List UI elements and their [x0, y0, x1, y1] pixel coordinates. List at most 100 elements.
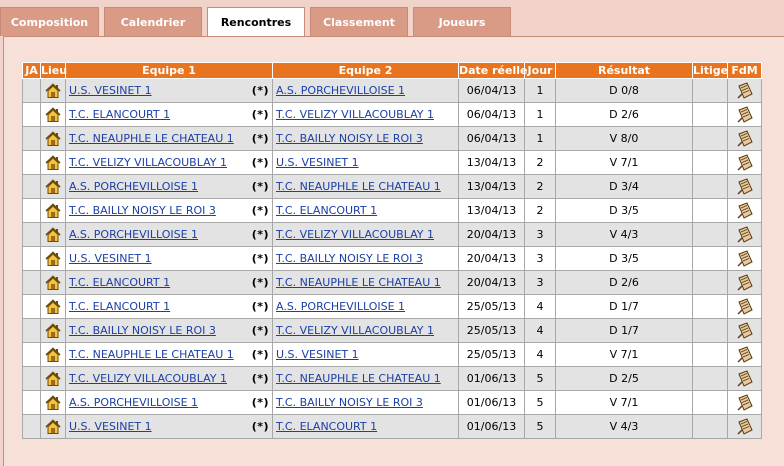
match-sheet-icon[interactable]	[736, 81, 754, 100]
team1-cell: T.C. VELIZY VILLACOUBLAY 1 (*)	[65, 150, 273, 175]
match-sheet-icon[interactable]	[736, 105, 754, 124]
team1-link[interactable]: A.S. PORCHEVILLOISE 1	[69, 228, 198, 241]
team2-cell: U.S. VESINET 1	[272, 150, 459, 175]
match-sheet-icon[interactable]	[736, 417, 754, 436]
team2-link[interactable]: U.S. VESINET 1	[276, 156, 359, 169]
team1-link[interactable]: A.S. PORCHEVILLOISE 1	[69, 180, 198, 193]
jour-cell: 5	[524, 390, 556, 415]
team2-link[interactable]: T.C. BAILLY NOISY LE ROI 3	[276, 396, 423, 409]
date-cell: 06/04/13	[458, 78, 525, 103]
team2-link[interactable]: U.S. VESINET 1	[276, 348, 359, 361]
team2-link[interactable]: T.C. ELANCOURT 1	[276, 420, 377, 433]
home-icon[interactable]	[45, 370, 61, 387]
date-cell: 25/05/13	[458, 342, 525, 367]
home-icon[interactable]	[45, 130, 61, 147]
match-sheet-icon[interactable]	[736, 249, 754, 268]
tab-composition[interactable]: Composition	[0, 7, 99, 36]
tab-calendrier[interactable]: Calendrier	[104, 7, 202, 36]
team1-link[interactable]: U.S. VESINET 1	[69, 84, 152, 97]
table-row: A.S. PORCHEVILLOISE 1 (*) T.C. NEAUPHLE …	[22, 174, 762, 199]
team1-link[interactable]: U.S. VESINET 1	[69, 420, 152, 433]
star-marker: (*)	[251, 396, 269, 409]
home-icon[interactable]	[45, 346, 61, 363]
result-cell: V 4/3	[555, 222, 693, 247]
home-icon[interactable]	[45, 226, 61, 243]
team1-link[interactable]: T.C. VELIZY VILLACOUBLAY 1	[69, 372, 227, 385]
team1-link[interactable]: T.C. ELANCOURT 1	[69, 300, 170, 313]
star-marker: (*)	[251, 276, 269, 289]
team1-link[interactable]: T.C. NEAUPHLE LE CHATEAU 1	[69, 348, 234, 361]
result-cell: D 3/5	[555, 246, 693, 271]
team1-link[interactable]: T.C. ELANCOURT 1	[69, 108, 170, 121]
date-cell: 06/04/13	[458, 126, 525, 151]
match-sheet-icon[interactable]	[736, 129, 754, 148]
home-icon[interactable]	[45, 298, 61, 315]
match-sheet-icon[interactable]	[736, 177, 754, 196]
team2-link[interactable]: A.S. PORCHEVILLOISE 1	[276, 84, 405, 97]
home-icon[interactable]	[45, 202, 61, 219]
match-sheet-icon[interactable]	[736, 201, 754, 220]
table-header-row: JA Lieu Equipe 1 Equipe 2 Date réelle Jo…	[22, 62, 762, 79]
litige-cell	[692, 78, 728, 103]
team1-link[interactable]: U.S. VESINET 1	[69, 252, 152, 265]
date-cell: 01/06/13	[458, 366, 525, 391]
team2-link[interactable]: T.C. VELIZY VILLACOUBLAY 1	[276, 108, 434, 121]
star-marker: (*)	[251, 84, 269, 97]
table-row: U.S. VESINET 1 (*) A.S. PORCHEVILLOISE 1…	[22, 78, 762, 103]
tab-joueurs[interactable]: Joueurs	[413, 7, 511, 36]
match-sheet-icon[interactable]	[736, 321, 754, 340]
home-icon[interactable]	[45, 394, 61, 411]
table-row: U.S. VESINET 1 (*) T.C. ELANCOURT 1 01/0…	[22, 414, 762, 439]
team2-link[interactable]: T.C. BAILLY NOISY LE ROI 3	[276, 132, 423, 145]
team2-cell: T.C. ELANCOURT 1	[272, 198, 459, 223]
result-cell: D 2/5	[555, 366, 693, 391]
tab-rencontres[interactable]: Rencontres	[207, 7, 305, 37]
team2-cell: T.C. VELIZY VILLACOUBLAY 1	[272, 102, 459, 127]
team2-link[interactable]: T.C. VELIZY VILLACOUBLAY 1	[276, 228, 434, 241]
table-row: A.S. PORCHEVILLOISE 1 (*) T.C. BAILLY NO…	[22, 390, 762, 415]
tab-classement[interactable]: Classement	[310, 7, 408, 36]
home-icon[interactable]	[45, 178, 61, 195]
team1-link[interactable]: T.C. ELANCOURT 1	[69, 276, 170, 289]
home-icon[interactable]	[45, 154, 61, 171]
home-icon[interactable]	[45, 418, 61, 435]
home-icon[interactable]	[45, 106, 61, 123]
col-header-lieu: Lieu	[40, 62, 68, 79]
date-cell: 13/04/13	[458, 174, 525, 199]
jour-cell: 5	[524, 414, 556, 439]
team2-link[interactable]: T.C. BAILLY NOISY LE ROI 3	[276, 252, 423, 265]
team1-cell: T.C. ELANCOURT 1 (*)	[65, 270, 273, 295]
match-sheet-icon[interactable]	[736, 297, 754, 316]
lieu-cell	[40, 102, 66, 127]
match-sheet-icon[interactable]	[736, 393, 754, 412]
team2-link[interactable]: T.C. NEAUPHLE LE CHATEAU 1	[276, 180, 441, 193]
team2-link[interactable]: T.C. ELANCOURT 1	[276, 204, 377, 217]
home-icon[interactable]	[45, 82, 61, 99]
col-header-date: Date réelle	[458, 62, 528, 79]
team1-cell: T.C. ELANCOURT 1 (*)	[65, 294, 273, 319]
team2-link[interactable]: T.C. NEAUPHLE LE CHATEAU 1	[276, 276, 441, 289]
team1-link[interactable]: T.C. VELIZY VILLACOUBLAY 1	[69, 156, 227, 169]
match-sheet-icon[interactable]	[736, 225, 754, 244]
match-sheet-icon[interactable]	[736, 153, 754, 172]
date-cell: 13/04/13	[458, 198, 525, 223]
home-icon[interactable]	[45, 274, 61, 291]
result-cell: D 1/7	[555, 294, 693, 319]
match-sheet-icon[interactable]	[736, 345, 754, 364]
team1-link[interactable]: T.C. BAILLY NOISY LE ROI 3	[69, 324, 216, 337]
result-cell: V 7/1	[555, 390, 693, 415]
table-row: T.C. NEAUPHLE LE CHATEAU 1 (*) T.C. BAIL…	[22, 126, 762, 151]
date-cell: 20/04/13	[458, 270, 525, 295]
result-cell: D 3/4	[555, 174, 693, 199]
team2-link[interactable]: T.C. VELIZY VILLACOUBLAY 1	[276, 324, 434, 337]
match-sheet-icon[interactable]	[736, 369, 754, 388]
fdm-cell	[727, 126, 762, 151]
home-icon[interactable]	[45, 322, 61, 339]
team1-link[interactable]: T.C. BAILLY NOISY LE ROI 3	[69, 204, 216, 217]
team1-link[interactable]: A.S. PORCHEVILLOISE 1	[69, 396, 198, 409]
home-icon[interactable]	[45, 250, 61, 267]
match-sheet-icon[interactable]	[736, 273, 754, 292]
team1-link[interactable]: T.C. NEAUPHLE LE CHATEAU 1	[69, 132, 234, 145]
team2-link[interactable]: A.S. PORCHEVILLOISE 1	[276, 300, 405, 313]
team2-link[interactable]: T.C. NEAUPHLE LE CHATEAU 1	[276, 372, 441, 385]
